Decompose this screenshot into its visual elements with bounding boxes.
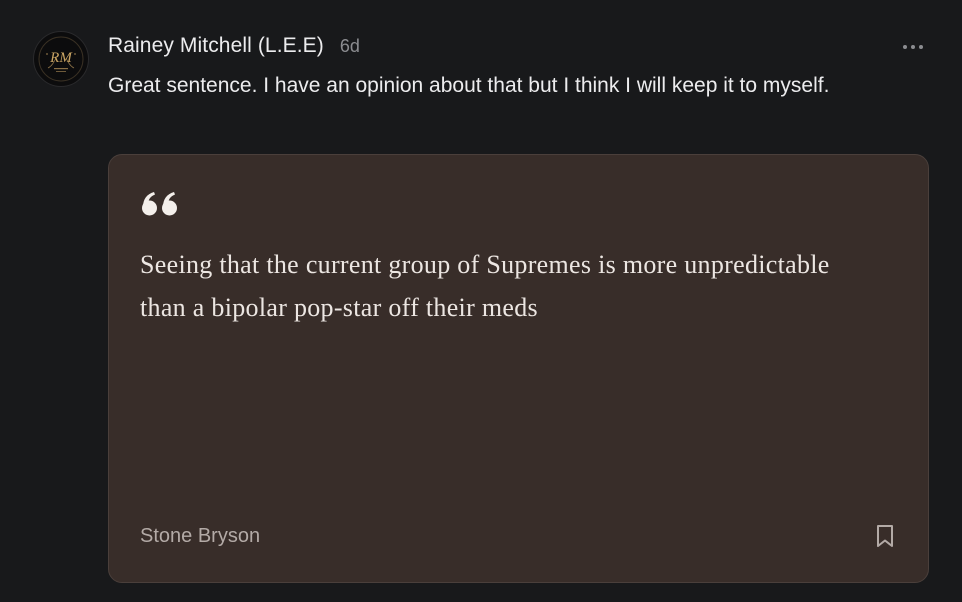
- avatar-monogram: RM: [49, 50, 73, 66]
- quote-author[interactable]: Stone Bryson: [140, 525, 260, 548]
- comment-body: Great sentence. I have an opinion about …: [108, 74, 830, 97]
- more-options-button[interactable]: [898, 36, 928, 58]
- bookmark-icon: [877, 525, 893, 547]
- quote-text: Seeing that the current group of Supreme…: [140, 250, 830, 322]
- quote-card[interactable]: Seeing that the current group of Supreme…: [108, 154, 929, 583]
- quote-mark-icon: [142, 192, 177, 216]
- avatar[interactable]: RM: [33, 31, 89, 87]
- monogram-logo-icon: RM: [38, 36, 84, 82]
- bookmark-button[interactable]: [872, 522, 898, 550]
- more-horizontal-icon: [903, 45, 923, 49]
- comment-timestamp[interactable]: 6d: [340, 36, 360, 57]
- author-name[interactable]: Rainey Mitchell (L.E.E): [108, 34, 324, 58]
- comment-header: Rainey Mitchell (L.E.E) 6d: [108, 34, 360, 60]
